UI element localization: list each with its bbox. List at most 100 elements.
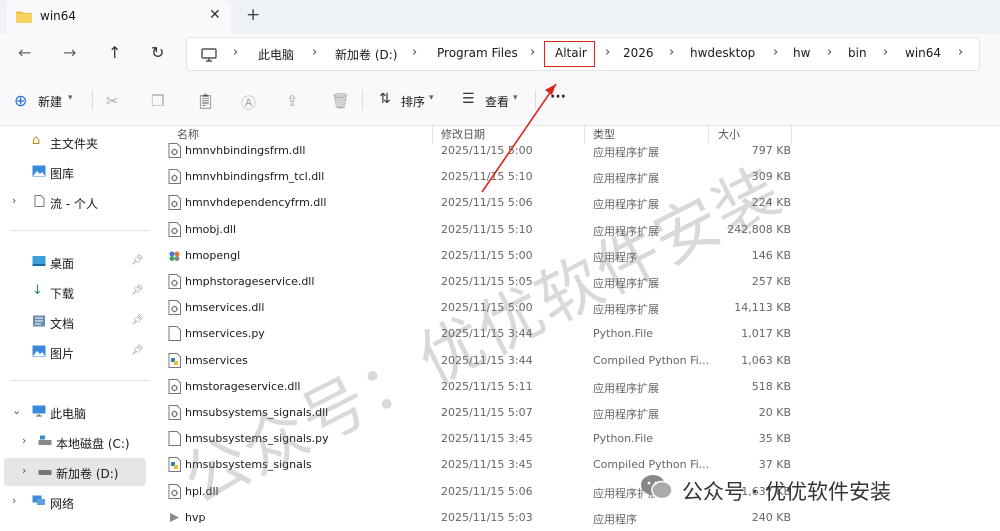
file-row[interactable]: hmsubsystems_signals.py 2025/11/15 3:45 Py… (160, 426, 1000, 452)
monitor-icon (201, 48, 217, 62)
sidebar-item-stream[interactable]: › 流 - 个人 (0, 188, 150, 216)
share-icon[interactable]: ⇪ (286, 92, 299, 110)
file-size: 14,113 KB (734, 301, 791, 315)
file-row[interactable]: hmnvhbindingsfrm_tcl.dll 2025/11/15 5:10 应… (160, 164, 1000, 190)
file-size: 797 KB (751, 144, 791, 157)
chevron-right-icon: › (827, 45, 833, 60)
file-icon (168, 431, 181, 447)
chevron-right-icon: › (12, 194, 17, 207)
file-row[interactable]: hmservices.py 2025/11/15 3:44 Python.File 1… (160, 321, 1000, 347)
breadcrumb-item[interactable]: Program Files (437, 46, 518, 60)
sidebar-item-documents[interactable]: 文档 📌︎ (0, 308, 150, 336)
sidebar-item-label: 流 - 个人 (50, 197, 98, 211)
file-row[interactable]: hmopengl 2025/11/15 5:00 应用程序 146 KB (160, 243, 1000, 269)
file-size: 1,063 KB (741, 353, 791, 367)
forward-arrow-icon[interactable]: → (63, 43, 76, 62)
dll-file-icon (168, 483, 181, 499)
delete-icon[interactable]: 🗑︎ (331, 92, 350, 110)
sidebar-item-network[interactable]: › 网络 (0, 488, 150, 516)
up-arrow-icon[interactable]: ↑ (108, 43, 121, 62)
file-size: 1,017 KB (741, 327, 791, 341)
file-name: hmservices.dll (185, 301, 265, 315)
pin-icon[interactable]: 📌︎ (131, 255, 144, 266)
breadcrumb-item[interactable]: 2026 (623, 46, 654, 60)
file-type: 应用程序扩展 (593, 381, 659, 395)
breadcrumb-item[interactable]: hw (793, 46, 810, 60)
download-icon: ↓ (32, 283, 43, 298)
sidebar-item-gallery[interactable]: 图库 (0, 158, 150, 186)
chevron-right-icon: › (958, 45, 964, 60)
more-options-button[interactable]: ··· (550, 89, 566, 105)
chevron-right-icon: › (883, 45, 889, 60)
chevron-right-icon: › (669, 45, 675, 60)
pin-icon[interactable]: 📌︎ (131, 285, 144, 296)
file-row[interactable]: hmstorageservice.dll 2025/11/15 5:11 应用程序扩… (160, 374, 1000, 400)
file-date: 2025/11/15 5:10 (441, 170, 533, 184)
file-size: 242,808 KB (727, 222, 791, 236)
dll-file-icon (168, 221, 181, 237)
breadcrumb-item[interactable]: 此电脑 (258, 46, 294, 63)
cut-icon[interactable]: ✂ (106, 92, 119, 110)
file-name: hvp (185, 510, 206, 524)
file-row[interactable]: hmobj.dll 2025/11/15 5:10 应用程序扩展 242,808 KB (160, 217, 1000, 243)
dll-file-icon (168, 169, 181, 185)
breadcrumb-item[interactable]: 新加卷 (D:) (335, 46, 397, 63)
file-row[interactable]: hmnvhdependencyfrm.dll 2025/11/15 5:06 应用程… (160, 190, 1000, 216)
file-date: 2025/11/15 5:00 (441, 248, 533, 262)
pin-icon[interactable]: 📌︎ (131, 315, 144, 326)
file-row[interactable]: hmservices 2025/11/15 3:44 Compiled Python… (160, 348, 1000, 374)
paste-icon[interactable]: 📋︎ (196, 92, 215, 110)
sort-button[interactable]: 排序 (401, 93, 425, 110)
window-tab[interactable]: win64 ✕ (6, 0, 231, 34)
file-name: hmnvhbindingsfrm_tcl.dll (185, 170, 325, 184)
sidebar-item-drive-d[interactable]: › 新加卷 (D:) (4, 458, 146, 486)
sidebar-item-downloads[interactable]: ↓ 下载 📌︎ (0, 278, 150, 306)
sidebar-item-home[interactable]: ⌂ 主文件夹 (0, 128, 150, 156)
file-date: 2025/11/15 5:03 (441, 510, 533, 524)
chevron-right-icon: › (312, 45, 318, 60)
sidebar-item-label: 桌面 (50, 257, 75, 271)
chevron-right-icon: › (22, 464, 27, 477)
file-size: 20 KB (758, 406, 791, 419)
documents-icon (33, 315, 45, 327)
new-button[interactable]: 新建 (38, 93, 62, 110)
file-date: 2025/11/15 3:44 (441, 353, 533, 367)
file-name: hmsubsystems_signals.dll (185, 406, 329, 419)
new-tab-button[interactable]: + (246, 5, 260, 25)
refresh-icon[interactable]: ↻ (151, 43, 164, 62)
view-button[interactable]: 查看 (485, 93, 509, 110)
chevron-down-icon: ⌄ (12, 404, 22, 417)
divider (362, 90, 363, 110)
home-icon: ⌂ (32, 133, 41, 148)
file-row[interactable]: hmphstorageservice.dll 2025/11/15 5:05 应用程… (160, 269, 1000, 295)
sidebar-item-pictures[interactable]: 图片 📌︎ (0, 338, 150, 366)
file-size: 309 KB (751, 170, 791, 184)
file-row[interactable]: hmsubsystems_signals.dll 2025/11/15 5:07 应… (160, 400, 1000, 426)
gallery-icon (32, 165, 46, 177)
file-name: hmservices.py (185, 327, 265, 341)
sidebar-item-desktop[interactable]: 桌面 📌︎ (0, 248, 150, 276)
close-tab-icon[interactable]: ✕ (209, 7, 221, 23)
chevron-right-icon: › (605, 45, 611, 60)
pin-icon[interactable]: 📌︎ (131, 345, 144, 356)
breadcrumb-item[interactable]: hwdesktop (690, 46, 755, 60)
tab-title: win64 (40, 9, 77, 23)
file-type: 应用程序 (593, 250, 637, 264)
file-row[interactable]: hmnvhbindingsfrm.dll 2025/11/15 5:00 应用程序扩… (160, 138, 1000, 164)
title-bar: win64 ✕ + (0, 0, 1000, 34)
sidebar-item-drive-c[interactable]: › 本地磁盘 (C:) (0, 428, 150, 456)
file-date: 2025/11/15 5:05 (441, 275, 533, 288)
file-size: 35 KB (758, 432, 791, 446)
sort-icon: ⇅ (379, 91, 391, 107)
breadcrumb-item[interactable]: win64 (905, 46, 941, 60)
file-name: hmstorageservice.dll (185, 379, 301, 393)
sidebar-item-this-pc[interactable]: ⌄ 此电脑 (0, 398, 150, 426)
rename-icon[interactable]: Ⓐ (241, 92, 256, 113)
copy-icon[interactable]: ❐ (151, 92, 164, 110)
file-type: 应用程序 (593, 512, 637, 526)
file-name: hmsubsystems_signals (185, 458, 312, 472)
chevron-right-icon: › (22, 434, 27, 447)
back-arrow-icon[interactable]: ← (18, 43, 31, 62)
breadcrumb-item[interactable]: bin (848, 46, 867, 60)
file-row[interactable]: hmservices.dll 2025/11/15 5:00 应用程序扩展 14,11… (160, 295, 1000, 321)
